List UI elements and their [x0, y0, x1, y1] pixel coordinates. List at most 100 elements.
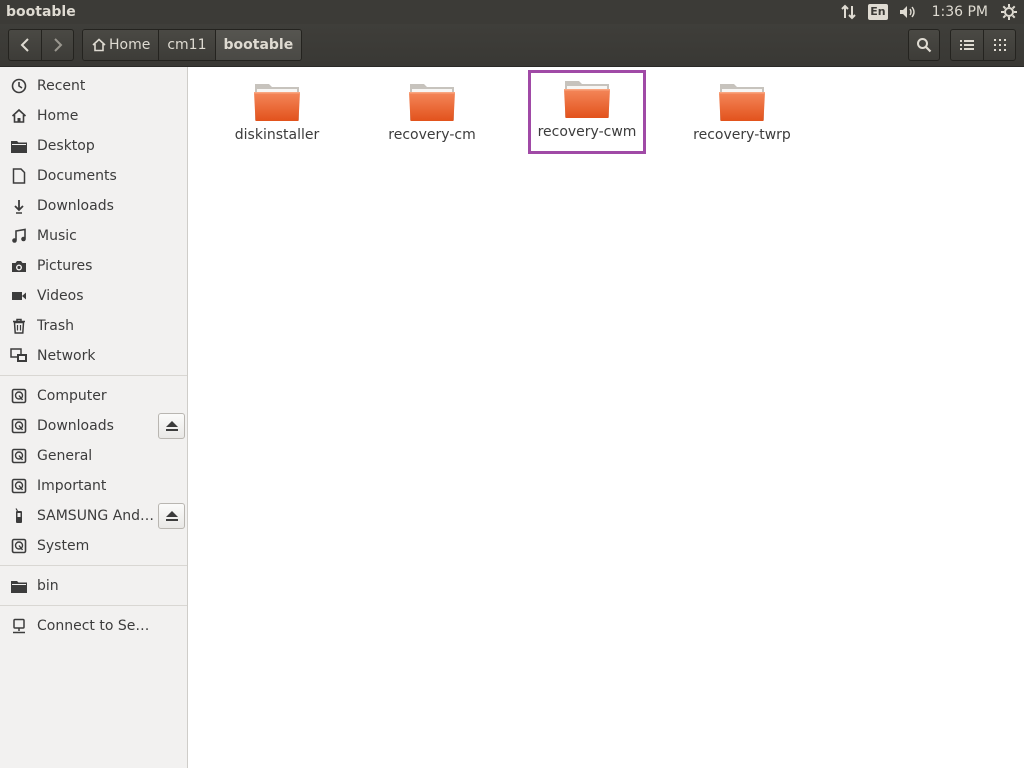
sidebar-separator: [0, 565, 187, 566]
sidebar-item-general[interactable]: General: [0, 441, 187, 471]
sidebar-item-downloads[interactable]: Downloads: [0, 411, 187, 441]
list-view-button[interactable]: [951, 30, 983, 60]
sidebar-item-bin[interactable]: bin: [0, 571, 187, 601]
sidebar-separator: [0, 375, 187, 376]
toolbar: Home cm11 bootable: [0, 24, 1024, 67]
folder-item[interactable]: recovery-cwm: [528, 70, 646, 154]
breadcrumb-label: cm11: [167, 37, 207, 53]
breadcrumb-home[interactable]: Home: [83, 30, 159, 60]
drive-icon: [10, 537, 28, 555]
document-icon: [10, 167, 28, 185]
power-gear-icon[interactable]: [1000, 0, 1018, 24]
sidebar-item-label: Important: [37, 478, 107, 494]
sidebar-item-connect-to-server[interactable]: Connect to Server: [0, 611, 187, 641]
sidebar-item-computer[interactable]: Computer: [0, 381, 187, 411]
home-icon: [10, 107, 28, 125]
sidebar-item-label: Network: [37, 348, 96, 364]
volume-icon[interactable]: [898, 0, 918, 24]
sidebar-bookmarks: bin: [0, 571, 187, 601]
system-tray: En 1:36 PM: [830, 0, 1024, 24]
sidebar-devices: Computer Downloads General Important SAMSUNG…: [0, 381, 187, 561]
sidebar-item-system[interactable]: System: [0, 531, 187, 561]
sidebar-item-label: Home: [37, 108, 79, 124]
folder-icon: [10, 577, 28, 595]
sidebar-item-label: Connect to Server: [37, 618, 155, 634]
sidebar-item-videos[interactable]: Videos: [0, 281, 187, 311]
clock-icon: [10, 77, 28, 95]
breadcrumb-cm11[interactable]: cm11: [158, 30, 215, 60]
folder-item[interactable]: recovery-twrp: [683, 73, 801, 157]
folder-item[interactable]: diskinstaller: [218, 73, 336, 157]
sidebar-item-label: Desktop: [37, 138, 95, 154]
drive-icon: [10, 417, 28, 435]
history-nav: [8, 29, 74, 61]
sidebar-item-label: SAMSUNG Android: [37, 508, 155, 524]
breadcrumb: Home cm11 bootable: [82, 29, 303, 61]
sidebar-item-network[interactable]: Network: [0, 341, 187, 371]
folder-item[interactable]: recovery-cm: [373, 73, 491, 157]
sidebar-item-label: Downloads: [37, 198, 114, 214]
folder-icon: [717, 81, 767, 123]
back-button[interactable]: [9, 30, 41, 60]
breadcrumb-label: bootable: [223, 37, 294, 53]
sidebar-item-downloads[interactable]: Downloads: [0, 191, 187, 221]
sidebar-item-documents[interactable]: Documents: [0, 161, 187, 191]
sidebar-item-label: Documents: [37, 168, 117, 184]
folder-icon: [10, 137, 28, 155]
music-icon: [10, 227, 28, 245]
clock[interactable]: 1:36 PM: [932, 4, 988, 20]
sidebar-item-label: Computer: [37, 388, 107, 404]
sidebar-item-pictures[interactable]: Pictures: [0, 251, 187, 281]
folder-icon: [252, 81, 302, 123]
eject-button[interactable]: [158, 413, 185, 439]
folder-name: recovery-cm: [388, 127, 476, 143]
sidebar-item-important[interactable]: Important: [0, 471, 187, 501]
sidebar-network: Connect to Server: [0, 611, 187, 641]
sidebar-separator: [0, 605, 187, 606]
folder-icon: [407, 81, 457, 123]
breadcrumb-label: Home: [109, 37, 151, 53]
breadcrumb-bootable[interactable]: bootable: [214, 30, 302, 60]
folder-name: recovery-twrp: [693, 127, 791, 143]
sidebar-item-label: Videos: [37, 288, 84, 304]
sidebar-item-label: Trash: [37, 318, 74, 334]
sidebar-item-desktop[interactable]: Desktop: [0, 131, 187, 161]
forward-button[interactable]: [41, 30, 73, 60]
folder-name: recovery-cwm: [537, 124, 637, 140]
grid-view-icon: [993, 39, 1006, 51]
drive-icon: [10, 477, 28, 495]
grid-view-button[interactable]: [983, 30, 1015, 60]
sidebar-item-samsung-android[interactable]: SAMSUNG Android: [0, 501, 187, 531]
sidebar-item-label: Recent: [37, 78, 86, 94]
chevron-left-icon: [20, 38, 29, 52]
folder-name: diskinstaller: [234, 127, 320, 143]
drive-icon: [10, 387, 28, 405]
view-switcher: [950, 29, 1016, 61]
camera-icon: [10, 257, 28, 275]
phone-icon: [10, 507, 28, 525]
sidebar-item-label: Downloads: [37, 418, 114, 434]
server-icon: [10, 617, 28, 635]
eject-button[interactable]: [158, 503, 185, 529]
download-icon: [10, 197, 28, 215]
sidebar-item-label: Pictures: [37, 258, 93, 274]
search-button[interactable]: [908, 29, 940, 61]
sidebar-item-label: General: [37, 448, 93, 464]
file-view[interactable]: diskinstaller recovery-cm recovery-cwm r…: [189, 67, 1024, 768]
list-view-icon: [960, 40, 974, 50]
network-icon: [10, 347, 28, 365]
network-transfer-icon[interactable]: [840, 0, 858, 24]
eject-icon: [165, 511, 178, 521]
sidebar-item-home[interactable]: Home: [0, 101, 187, 131]
trash-icon: [10, 317, 28, 335]
eject-icon: [165, 421, 178, 431]
sidebar-item-label: System: [37, 538, 90, 554]
sidebar-places: Recent Home Desktop Documents Downloads Music…: [0, 71, 187, 371]
keyboard-layout-indicator[interactable]: En: [868, 0, 888, 24]
drive-icon: [10, 447, 28, 465]
sidebar-item-music[interactable]: Music: [0, 221, 187, 251]
sidebar-item-trash[interactable]: Trash: [0, 311, 187, 341]
window-title: bootable: [6, 4, 76, 20]
sidebar-item-recent[interactable]: Recent: [0, 71, 187, 101]
top-panel: bootable En 1:36 PM: [0, 0, 1024, 24]
